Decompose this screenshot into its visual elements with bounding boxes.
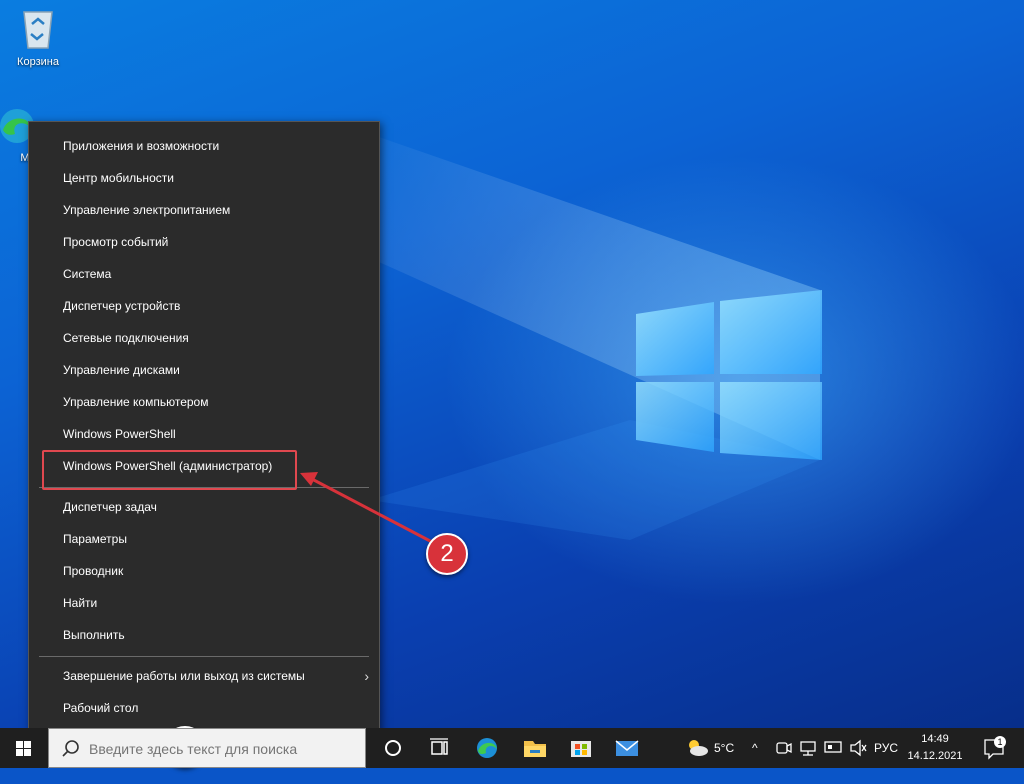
weather-temperature[interactable]: 5°C bbox=[714, 728, 734, 768]
monitor-icon bbox=[824, 741, 842, 753]
menu-item-run[interactable]: Выполнить bbox=[29, 619, 379, 651]
clock-time: 14:49 bbox=[921, 733, 949, 745]
menu-separator bbox=[39, 656, 369, 657]
menu-item-label: Завершение работы или выход из системы bbox=[63, 669, 305, 683]
windows-logo-wallpaper bbox=[636, 290, 822, 460]
chevron-right-icon: › bbox=[364, 668, 369, 684]
annotation-badge-2: 2 bbox=[426, 533, 468, 575]
windows-start-icon bbox=[16, 741, 31, 756]
notification-count-badge: 1 bbox=[994, 736, 1006, 748]
menu-item-desktop[interactable]: Рабочий стол bbox=[29, 692, 379, 724]
menu-item-event-viewer[interactable]: Просмотр событий bbox=[29, 226, 379, 258]
desktop-icon-recycle-bin[interactable]: Корзина bbox=[3, 6, 73, 68]
weather-cloud-sun-icon bbox=[689, 740, 708, 756]
menu-item-file-explorer[interactable]: Проводник bbox=[29, 555, 379, 587]
meet-now-icon[interactable] bbox=[774, 728, 794, 768]
start-button[interactable] bbox=[0, 728, 48, 768]
clock-date: 14.12.2021 bbox=[907, 750, 963, 762]
task-view-icon bbox=[430, 738, 448, 755]
taskbar-mail[interactable] bbox=[604, 728, 650, 768]
menu-item-device-manager[interactable]: Диспетчер устройств bbox=[29, 290, 379, 322]
menu-item-powershell[interactable]: Windows PowerShell bbox=[29, 418, 379, 450]
cortana-circle-icon bbox=[385, 740, 401, 756]
menu-item-power-options[interactable]: Управление электропитанием bbox=[29, 194, 379, 226]
recycle-bin-icon bbox=[23, 11, 53, 49]
taskbar-edge[interactable] bbox=[464, 728, 510, 768]
input-language[interactable]: РУС bbox=[874, 728, 898, 768]
menu-item-system[interactable]: Система bbox=[29, 258, 379, 290]
cortana-button[interactable] bbox=[370, 728, 416, 768]
volume-muted-icon[interactable] bbox=[848, 728, 868, 768]
taskbar: 5°C ^ РУС 14:49 14.12.2021 bbox=[0, 728, 1024, 768]
weather-widget[interactable] bbox=[684, 728, 714, 768]
taskbar-file-explorer[interactable] bbox=[512, 728, 558, 768]
menu-item-task-manager[interactable]: Диспетчер задач bbox=[29, 491, 379, 523]
notification-icon bbox=[984, 739, 1004, 760]
taskbar-store[interactable] bbox=[558, 728, 604, 768]
file-explorer-icon bbox=[524, 741, 546, 757]
menu-item-settings[interactable]: Параметры bbox=[29, 523, 379, 555]
menu-item-mobility-center[interactable]: Центр мобильности bbox=[29, 162, 379, 194]
ethernet-icon bbox=[800, 741, 816, 756]
menu-item-computer-management[interactable]: Управление компьютером bbox=[29, 386, 379, 418]
speaker-icon bbox=[850, 739, 867, 757]
network-icon[interactable] bbox=[798, 728, 818, 768]
menu-item-shutdown-signout[interactable]: Завершение работы или выход из системы › bbox=[29, 660, 379, 692]
display-icon[interactable] bbox=[822, 728, 844, 768]
action-center-button[interactable]: 1 bbox=[980, 728, 1008, 768]
taskbar-clock[interactable]: 14:49 14.12.2021 bbox=[900, 731, 970, 765]
edge-icon bbox=[477, 738, 497, 758]
desktop-icon-label: Корзина bbox=[17, 56, 59, 68]
store-icon bbox=[571, 741, 591, 757]
highlight-box bbox=[42, 450, 297, 490]
menu-item-disk-management[interactable]: Управление дисками bbox=[29, 354, 379, 386]
menu-item-apps-features[interactable]: Приложения и возможности bbox=[29, 130, 379, 162]
chevron-up-icon[interactable]: ^ bbox=[752, 728, 770, 768]
search-icon bbox=[62, 740, 79, 757]
menu-item-search[interactable]: Найти bbox=[29, 587, 379, 619]
camera-icon bbox=[776, 742, 792, 754]
menu-item-network-connections[interactable]: Сетевые подключения bbox=[29, 322, 379, 354]
mail-icon bbox=[615, 740, 639, 756]
search-box[interactable] bbox=[48, 728, 366, 768]
search-input[interactable] bbox=[87, 737, 361, 761]
winx-context-menu: Приложения и возможности Центр мобильнос… bbox=[28, 121, 380, 733]
task-view-button[interactable] bbox=[416, 728, 462, 768]
